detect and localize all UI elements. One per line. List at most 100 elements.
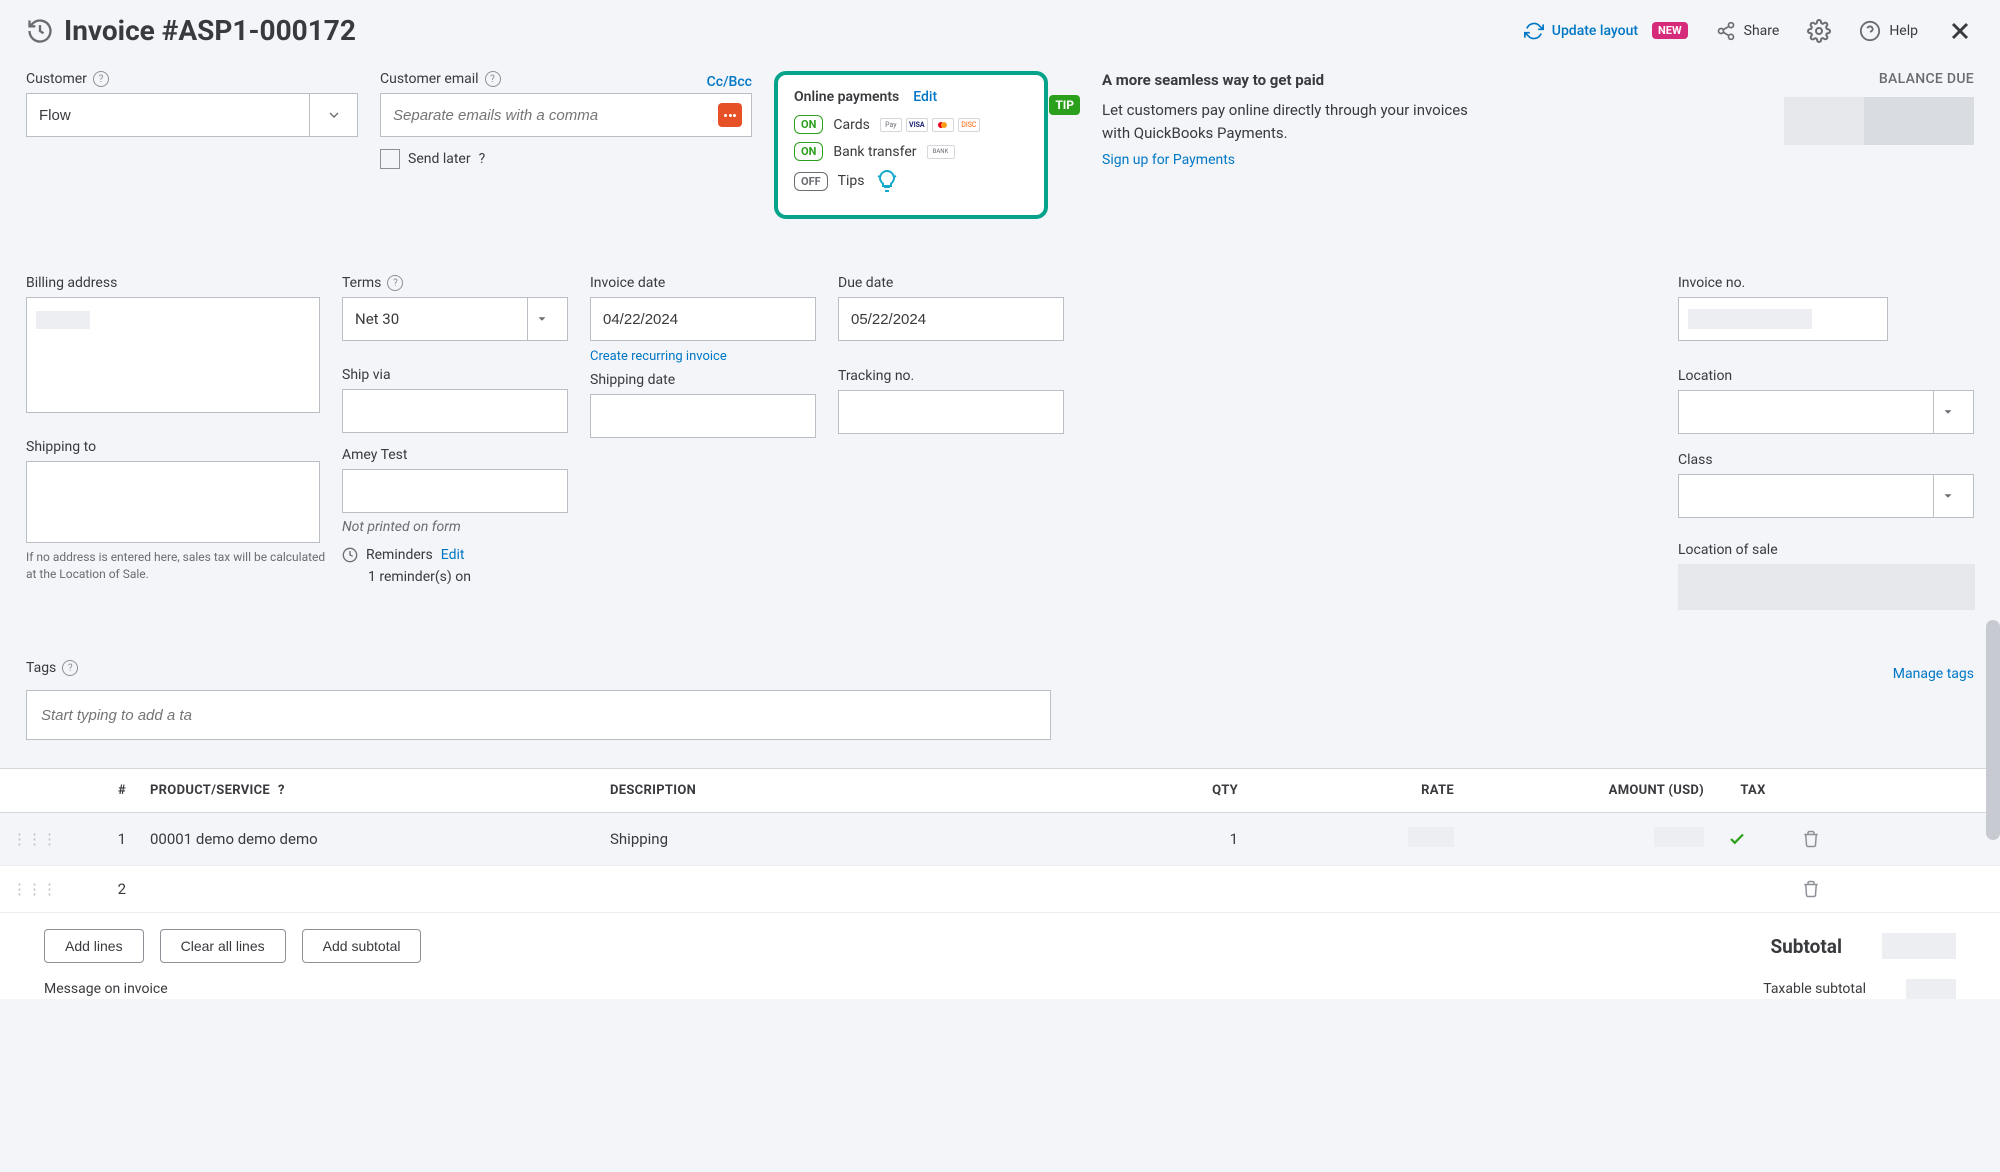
manage-tags-link[interactable]: Manage tags <box>1893 666 1974 682</box>
taxable-subtotal-label: Taxable subtotal <box>1763 981 1866 997</box>
check-icon <box>1728 830 1746 848</box>
row-amount[interactable] <box>1466 813 1716 865</box>
close-button[interactable] <box>1946 17 1974 45</box>
clock-icon <box>342 547 358 563</box>
tip-badge: TIP <box>1049 95 1080 115</box>
cards-toggle-row[interactable]: ON Cards Pay VISA DISC <box>794 115 1028 134</box>
online-payments-box: TIP Online payments Edit ON Cards Pay VI… <box>774 71 1048 219</box>
update-layout-button[interactable]: Update layout NEW <box>1524 21 1688 41</box>
col-product: PRODUCT/SERVICE <box>150 783 270 798</box>
off-badge: OFF <box>794 172 828 191</box>
row-product[interactable]: 00001 demo demo demo <box>138 816 598 862</box>
page-header: Invoice #ASP1-000172 Update layout NEW S… <box>0 0 2000 61</box>
col-amount: AMOUNT (USD) <box>1466 769 1716 812</box>
class-label: Class <box>1678 452 1974 468</box>
reminders-count: 1 reminder(s) on <box>368 569 568 585</box>
email-input[interactable] <box>380 93 752 137</box>
customer-field: Customer? <box>26 71 358 137</box>
reminders-edit-link[interactable]: Edit <box>441 547 465 563</box>
scrollbar-thumb[interactable] <box>1986 620 2000 840</box>
amey-test-input[interactable] <box>342 469 568 513</box>
help-icon[interactable]: ? <box>278 783 285 798</box>
customer-input[interactable] <box>26 93 310 137</box>
due-date-label: Due date <box>838 275 1064 291</box>
tips-toggle-row[interactable]: OFF Tips <box>794 169 1028 193</box>
table-row[interactable]: ⋮⋮⋮ 1 00001 demo demo demo Shipping 1 <box>0 813 2000 866</box>
row-product[interactable] <box>138 875 598 903</box>
send-later-checkbox[interactable] <box>380 149 400 169</box>
row-amount[interactable] <box>1466 875 1716 903</box>
help-icon[interactable]: ? <box>485 71 501 87</box>
shipping-date-input[interactable] <box>590 394 816 438</box>
balance-due: BALANCE DUE <box>1784 71 1974 145</box>
row-tax[interactable] <box>1716 816 1790 862</box>
row-tax[interactable] <box>1716 875 1790 903</box>
create-recurring-link[interactable]: Create recurring invoice <box>590 349 816 364</box>
bank-badge-icon: BANK <box>927 145 955 159</box>
row-description[interactable] <box>598 875 1044 903</box>
share-button[interactable]: Share <box>1716 21 1780 41</box>
help-icon[interactable]: ? <box>387 275 403 291</box>
subtotal-label: Subtotal <box>1770 935 1842 958</box>
due-date-input[interactable] <box>838 297 1064 341</box>
row-qty[interactable] <box>1044 875 1250 903</box>
help-button[interactable]: Help <box>1859 20 1918 42</box>
help-icon <box>1859 20 1881 42</box>
ship-via-input[interactable] <box>342 389 568 433</box>
shipping-to-input[interactable] <box>26 461 320 543</box>
promo-body: Let customers pay online directly throug… <box>1102 99 1472 144</box>
terms-select[interactable]: Net 30 <box>342 297 568 341</box>
terms-label: Terms <box>342 275 381 291</box>
card-brand-icons: Pay VISA DISC <box>880 118 980 132</box>
signup-payments-link[interactable]: Sign up for Payments <box>1102 152 1472 168</box>
add-subtotal-button[interactable]: Add subtotal <box>302 929 422 963</box>
delete-row-button[interactable] <box>1790 816 1852 862</box>
invoice-date-label: Invoice date <box>590 275 816 291</box>
help-icon[interactable]: ? <box>62 660 78 676</box>
new-badge: NEW <box>1652 22 1688 39</box>
row-qty[interactable]: 1 <box>1044 816 1250 862</box>
amey-test-label: Amey Test <box>342 447 568 463</box>
payments-edit-link[interactable]: Edit <box>913 89 937 105</box>
customer-dropdown-button[interactable] <box>310 93 358 137</box>
shipping-date-label: Shipping date <box>590 372 816 388</box>
class-select[interactable] <box>1678 474 1974 518</box>
location-select[interactable] <box>1678 390 1974 434</box>
redacted <box>36 311 90 329</box>
drag-handle[interactable]: ⋮⋮⋮ <box>0 866 66 912</box>
row-rate[interactable] <box>1250 813 1466 865</box>
subtotal-value-redacted <box>1882 933 1956 959</box>
settings-button[interactable] <box>1807 19 1831 43</box>
caret-down-icon <box>1941 405 1955 419</box>
balance-label: BALANCE DUE <box>1784 71 1974 87</box>
location-of-sale-input-redacted[interactable] <box>1678 564 1975 610</box>
tags-input[interactable] <box>26 690 1051 740</box>
email-options-button[interactable] <box>718 103 742 127</box>
add-lines-button[interactable]: Add lines <box>44 929 144 963</box>
bank-toggle-row[interactable]: ON Bank transfer BANK <box>794 142 1028 161</box>
row-description[interactable]: Shipping <box>598 816 1044 862</box>
invoice-date-input[interactable] <box>590 297 816 341</box>
balance-value-redacted <box>1784 97 1974 145</box>
redacted <box>1688 309 1812 329</box>
table-header: # PRODUCT/SERVICE? DESCRIPTION QTY RATE … <box>0 768 2000 813</box>
col-description: DESCRIPTION <box>598 769 1044 812</box>
on-badge: ON <box>794 115 823 134</box>
table-row[interactable]: ⋮⋮⋮ 2 <box>0 866 2000 913</box>
history-icon[interactable] <box>26 17 54 45</box>
refresh-icon <box>1524 21 1544 41</box>
clear-all-lines-button[interactable]: Clear all lines <box>160 929 286 963</box>
tracking-no-input[interactable] <box>838 390 1064 434</box>
trash-icon <box>1802 830 1820 848</box>
help-icon[interactable]: ? <box>479 151 486 167</box>
row-rate[interactable] <box>1250 875 1466 903</box>
share-icon <box>1716 21 1736 41</box>
ccbcc-link[interactable]: Cc/Bcc <box>707 74 752 90</box>
taxable-subtotal-value-redacted <box>1906 979 1956 999</box>
promo-title: A more seamless way to get paid <box>1102 71 1472 89</box>
caret-down-icon <box>535 312 549 326</box>
delete-row-button[interactable] <box>1790 866 1852 912</box>
help-icon[interactable]: ? <box>93 71 109 87</box>
lightbulb-icon <box>875 169 899 193</box>
drag-handle[interactable]: ⋮⋮⋮ <box>0 816 66 862</box>
